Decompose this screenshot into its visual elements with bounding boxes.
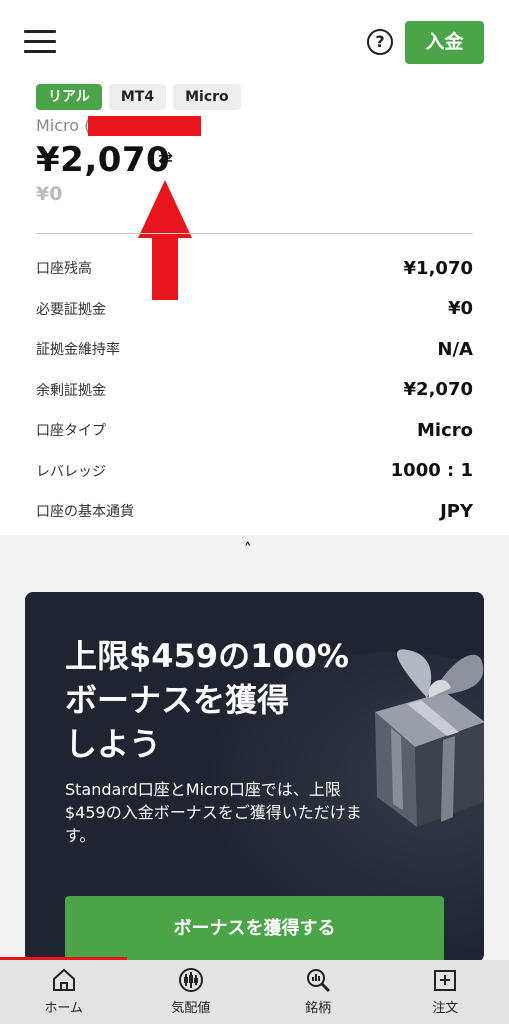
detail-value: ¥2,070 — [403, 379, 473, 401]
banner-title-line: 上限$459の100% — [65, 637, 349, 675]
swap-currency-icon[interactable]: ⇄ — [158, 148, 173, 169]
bonus-promo-banner[interactable]: 上限$459の100% ボーナスを獲得 しよう Standard口座とMicro… — [25, 592, 484, 962]
banner-title-line: しよう — [65, 725, 162, 763]
tag-account-type: Micro — [173, 84, 241, 110]
help-icon[interactable]: ? — [367, 29, 393, 55]
detail-row-base-currency: 口座の基本通貨 JPY — [36, 491, 473, 532]
hamburger-menu-icon[interactable] — [24, 30, 56, 54]
detail-row-leverage: レバレッジ 1000 : 1 — [36, 451, 473, 492]
detail-label: 口座残高 — [36, 261, 92, 278]
profit-loss: ¥0 — [36, 183, 63, 205]
tab-label: ホーム — [44, 1001, 83, 1016]
detail-row-required-margin: 必要証拠金 ¥0 — [36, 289, 473, 330]
detail-label: 口座の基本通貨 — [36, 504, 134, 521]
account-details-list: 口座残高 ¥1,070 必要証拠金 ¥0 証拠金維持率 N/A 余剰証拠金 ¥2… — [36, 248, 473, 532]
tag-platform: MT4 — [108, 84, 167, 110]
tab-quotes[interactable]: 気配値 — [127, 960, 254, 1024]
deposit-button[interactable]: 入金 — [405, 21, 484, 64]
detail-label: 証拠金維持率 — [36, 342, 120, 359]
tab-symbols[interactable]: 銘柄 — [255, 960, 382, 1024]
detail-row-balance: 口座残高 ¥1,070 — [36, 248, 473, 289]
detail-value: Micro — [417, 419, 473, 441]
home-icon — [52, 968, 75, 991]
account-tags: リアル MT4 Micro — [36, 84, 241, 110]
tab-label: 気配値 — [171, 1001, 211, 1016]
tab-orders[interactable]: 注文 — [382, 960, 509, 1024]
quotes-icon — [178, 968, 203, 992]
detail-row-free-margin: 余剰証拠金 ¥2,070 — [36, 370, 473, 411]
detail-value: ¥0 — [447, 298, 473, 320]
account-summary-panel: ? 入金 リアル MT4 Micro Micro ( ¥2,070 ⇄ ¥0 口… — [0, 0, 509, 535]
bottom-tab-bar: ホーム 気配値 銘柄 注文 — [0, 960, 509, 1024]
detail-value: JPY — [440, 500, 473, 522]
tag-real: リアル — [36, 84, 102, 110]
detail-value: 1000 : 1 — [390, 460, 473, 482]
detail-row-margin-level: 証拠金維持率 N/A — [36, 329, 473, 370]
order-icon — [434, 970, 457, 991]
detail-label: 余剰証拠金 — [36, 382, 106, 399]
detail-value: N/A — [437, 338, 473, 360]
tab-label: 注文 — [432, 1001, 459, 1016]
divider — [36, 233, 473, 234]
banner-title-line: ボーナスを獲得 — [65, 681, 290, 719]
tab-home[interactable]: ホーム — [0, 960, 127, 1024]
detail-label: レバレッジ — [36, 463, 106, 480]
detail-label: 必要証拠金 — [36, 301, 106, 318]
get-bonus-button[interactable]: ボーナスを獲得する — [65, 896, 444, 962]
gift-box-icon — [375, 649, 484, 827]
account-equity: ¥2,070 — [36, 140, 171, 180]
detail-label: 口座タイプ — [36, 423, 106, 440]
detail-value: ¥1,070 — [403, 257, 473, 279]
tab-label: 銘柄 — [305, 1001, 332, 1016]
banner-title: 上限$459の100% ボーナスを獲得 しよう — [65, 634, 365, 766]
symbol-search-icon — [307, 969, 331, 993]
collapse-chevron-icon[interactable]: ˄ — [244, 540, 252, 558]
redaction-bar — [88, 116, 201, 136]
banner-description: Standard口座とMicro口座では、上限$459の入金ボーナスをご獲得いた… — [65, 780, 362, 845]
detail-row-account-type: 口座タイプ Micro — [36, 410, 473, 451]
account-name: Micro ( — [36, 116, 91, 135]
